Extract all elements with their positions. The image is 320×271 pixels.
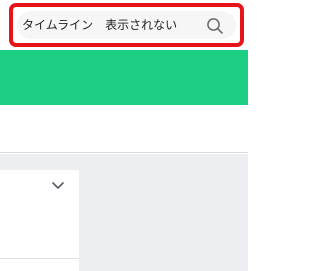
content-card — [0, 170, 79, 271]
green-banner — [0, 50, 248, 105]
chevron-down-icon[interactable] — [51, 181, 65, 191]
search-input[interactable]: タイムライン 表示されない — [17, 11, 236, 39]
tab-strip — [0, 105, 248, 153]
search-highlight-box: タイムライン 表示されない — [9, 3, 244, 47]
top-bar: タイムライン 表示されない — [0, 0, 248, 50]
card-divider — [0, 258, 79, 259]
search-icon[interactable] — [206, 17, 224, 35]
search-query-text: タイムライン 表示されない — [22, 18, 178, 32]
page: タイムライン 表示されない — [0, 0, 248, 271]
